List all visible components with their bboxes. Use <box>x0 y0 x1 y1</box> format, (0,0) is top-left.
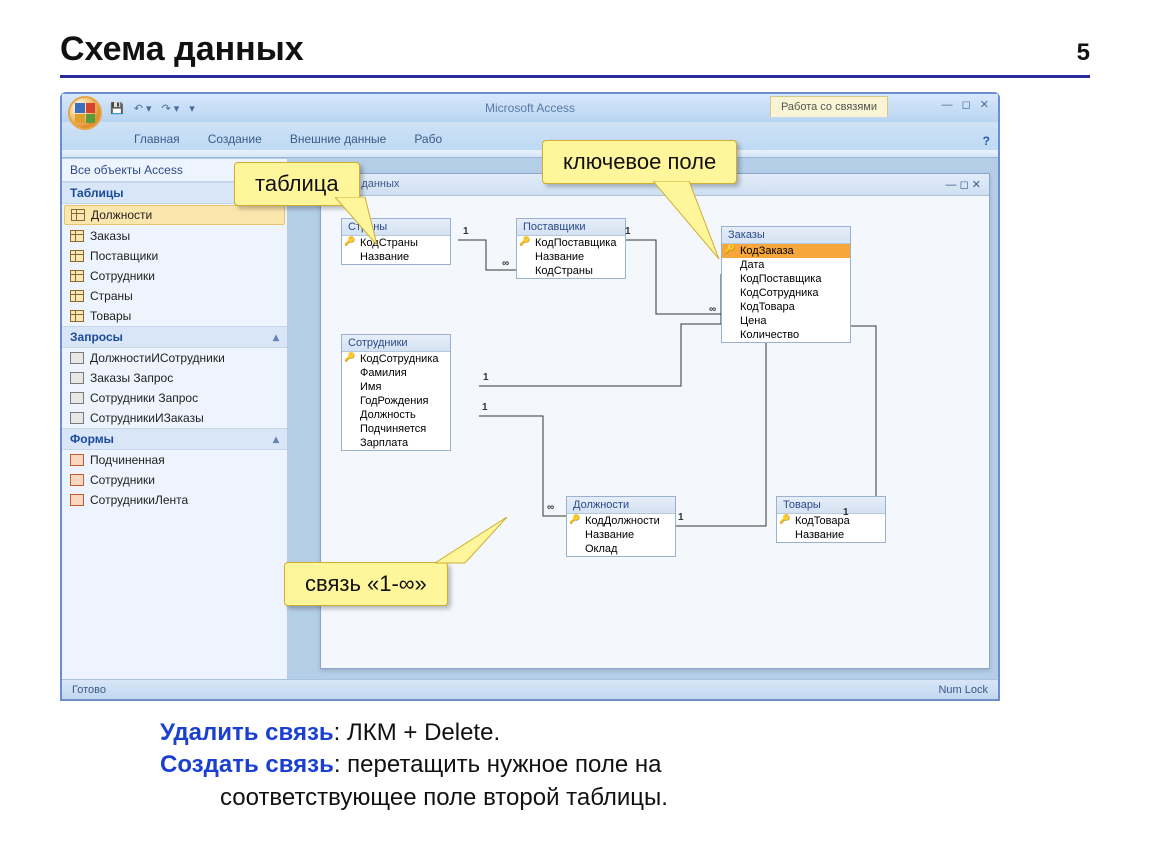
titlebar[interactable]: 💾 ↶ ▾ ↷ ▾ ▾ Microsoft Access Работа со с… <box>62 94 998 122</box>
field-row[interactable]: КодТовара <box>777 514 885 528</box>
status-right: Num Lock <box>938 684 988 696</box>
help-icon[interactable]: ? <box>983 134 990 148</box>
query-icon <box>70 372 84 384</box>
mdi-window-controls[interactable]: — ◻ ✕ <box>946 178 981 191</box>
context-tab[interactable]: Работа со связями <box>770 96 888 117</box>
nav-item[interactable]: ДолжностиИСотрудники <box>62 348 287 368</box>
field-row[interactable]: Подчиняется <box>342 422 450 436</box>
slide-header: Схема данных 5 <box>60 30 1090 78</box>
nav-item[interactable]: Товары <box>62 306 287 326</box>
nav-group-header[interactable]: Формы▴ <box>62 428 287 450</box>
field-row[interactable]: Зарплата <box>342 436 450 450</box>
nav-item[interactable]: СотрудникиИЗаказы <box>62 408 287 428</box>
redo-icon[interactable]: ↷ ▾ <box>160 100 182 117</box>
ribbon-tab-dbtools[interactable]: Рабо <box>402 128 454 150</box>
rel-many: ∞ <box>709 304 716 315</box>
query-icon <box>70 352 84 364</box>
table-suppliers[interactable]: Поставщики КодПоставщикаНазваниеКодСтран… <box>516 218 626 279</box>
field-row[interactable]: КодТовара <box>722 300 850 314</box>
callout-relation: связь «1-∞» <box>284 562 448 606</box>
nav-item[interactable]: Сотрудники <box>62 266 287 286</box>
ribbon-tab-create[interactable]: Создание <box>196 128 274 150</box>
rel-many: ∞ <box>502 258 509 269</box>
field-row[interactable]: КодСтраны <box>517 264 625 278</box>
field-row[interactable]: Фамилия <box>342 366 450 380</box>
field-row[interactable]: Дата <box>722 258 850 272</box>
ribbon-body <box>62 150 998 158</box>
field-row[interactable]: КодСотрудника <box>342 352 450 366</box>
nav-item[interactable]: Заказы <box>62 226 287 246</box>
nav-item[interactable]: Сотрудники Запрос <box>62 388 287 408</box>
nav-title: Все объекты Access <box>70 163 183 177</box>
page-number: 5 <box>1077 39 1090 67</box>
table-icon <box>71 209 85 221</box>
table-employees[interactable]: Сотрудники КодСотрудникаФамилияИмяГодРож… <box>341 334 451 451</box>
navigation-pane: Все объекты Access ▾ Таблицы▴ДолжностиЗа… <box>62 159 288 679</box>
table-icon <box>70 230 84 242</box>
table-icon <box>70 270 84 282</box>
form-icon <box>70 494 84 506</box>
rel-one: 1 <box>482 402 488 413</box>
field-row[interactable]: Имя <box>342 380 450 394</box>
table-goods[interactable]: Товары КодТовараНазвание <box>776 496 886 543</box>
nav-group-header[interactable]: Запросы▴ <box>62 326 287 348</box>
field-row[interactable]: ГодРождения <box>342 394 450 408</box>
window-controls[interactable]: — ◻ ✕ <box>942 98 992 111</box>
rel-one: 1 <box>625 226 631 237</box>
field-row[interactable]: КодЗаказа <box>722 244 850 258</box>
nav-item[interactable]: Заказы Запрос <box>62 368 287 388</box>
query-icon <box>70 412 84 424</box>
nav-item[interactable]: Поставщики <box>62 246 287 266</box>
callout-keyfield: ключевое поле <box>542 140 737 184</box>
query-icon <box>70 392 84 404</box>
field-row[interactable]: КодПоставщика <box>722 272 850 286</box>
undo-icon[interactable]: ↶ ▾ <box>132 100 154 117</box>
nav-item[interactable]: Должности <box>64 205 285 225</box>
field-row[interactable]: Название <box>517 250 625 264</box>
rel-one: 1 <box>678 512 684 523</box>
rel-one: 1 <box>463 226 469 237</box>
chevron-up-icon[interactable]: ▴ <box>273 330 279 344</box>
table-positions[interactable]: Должности КодДолжностиНазваниеОклад <box>566 496 676 557</box>
nav-item[interactable]: СотрудникиЛента <box>62 490 287 510</box>
field-row[interactable]: Оклад <box>567 542 675 556</box>
field-row[interactable]: КодПоставщика <box>517 236 625 250</box>
field-row[interactable]: Название <box>567 528 675 542</box>
access-window: 💾 ↶ ▾ ↷ ▾ ▾ Microsoft Access Работа со с… <box>60 92 1000 701</box>
ribbon-tab-external[interactable]: Внешние данные <box>278 128 399 150</box>
chevron-up-icon[interactable]: ▴ <box>273 432 279 446</box>
field-row[interactable]: КодДолжности <box>567 514 675 528</box>
slide-notes: Удалить связь: ЛКМ + Delete. Создать свя… <box>160 717 1090 814</box>
callout-table: таблица <box>234 162 360 206</box>
nav-item[interactable]: Страны <box>62 286 287 306</box>
ribbon-tab-home[interactable]: Главная <box>122 128 192 150</box>
field-row[interactable]: Количество <box>722 328 850 342</box>
status-left: Готово <box>72 684 106 696</box>
rel-one: 1 <box>483 372 489 383</box>
quick-access-toolbar[interactable]: 💾 ↶ ▾ ↷ ▾ ▾ <box>108 100 197 117</box>
table-icon <box>70 290 84 302</box>
ribbon-tabs: Главная Создание Внешние данные Рабо <box>62 122 998 150</box>
slide-title: Схема данных <box>60 30 304 69</box>
rel-one: 1 <box>843 507 849 518</box>
nav-item[interactable]: Подчиненная <box>62 450 287 470</box>
table-icon <box>70 310 84 322</box>
field-row[interactable]: Название <box>777 528 885 542</box>
save-icon[interactable]: 💾 <box>108 100 126 117</box>
rel-many: ∞ <box>547 502 554 513</box>
form-icon <box>70 474 84 486</box>
office-button[interactable] <box>68 96 102 130</box>
field-row[interactable]: КодСотрудника <box>722 286 850 300</box>
table-icon <box>70 250 84 262</box>
field-row[interactable]: Должность <box>342 408 450 422</box>
status-bar: Готово Num Lock <box>62 679 998 699</box>
qat-dropdown-icon[interactable]: ▾ <box>187 100 197 117</box>
form-icon <box>70 454 84 466</box>
field-row[interactable]: Цена <box>722 314 850 328</box>
nav-item[interactable]: Сотрудники <box>62 470 287 490</box>
table-orders[interactable]: Заказы КодЗаказаДатаКодПоставщикаКодСотр… <box>721 226 851 343</box>
